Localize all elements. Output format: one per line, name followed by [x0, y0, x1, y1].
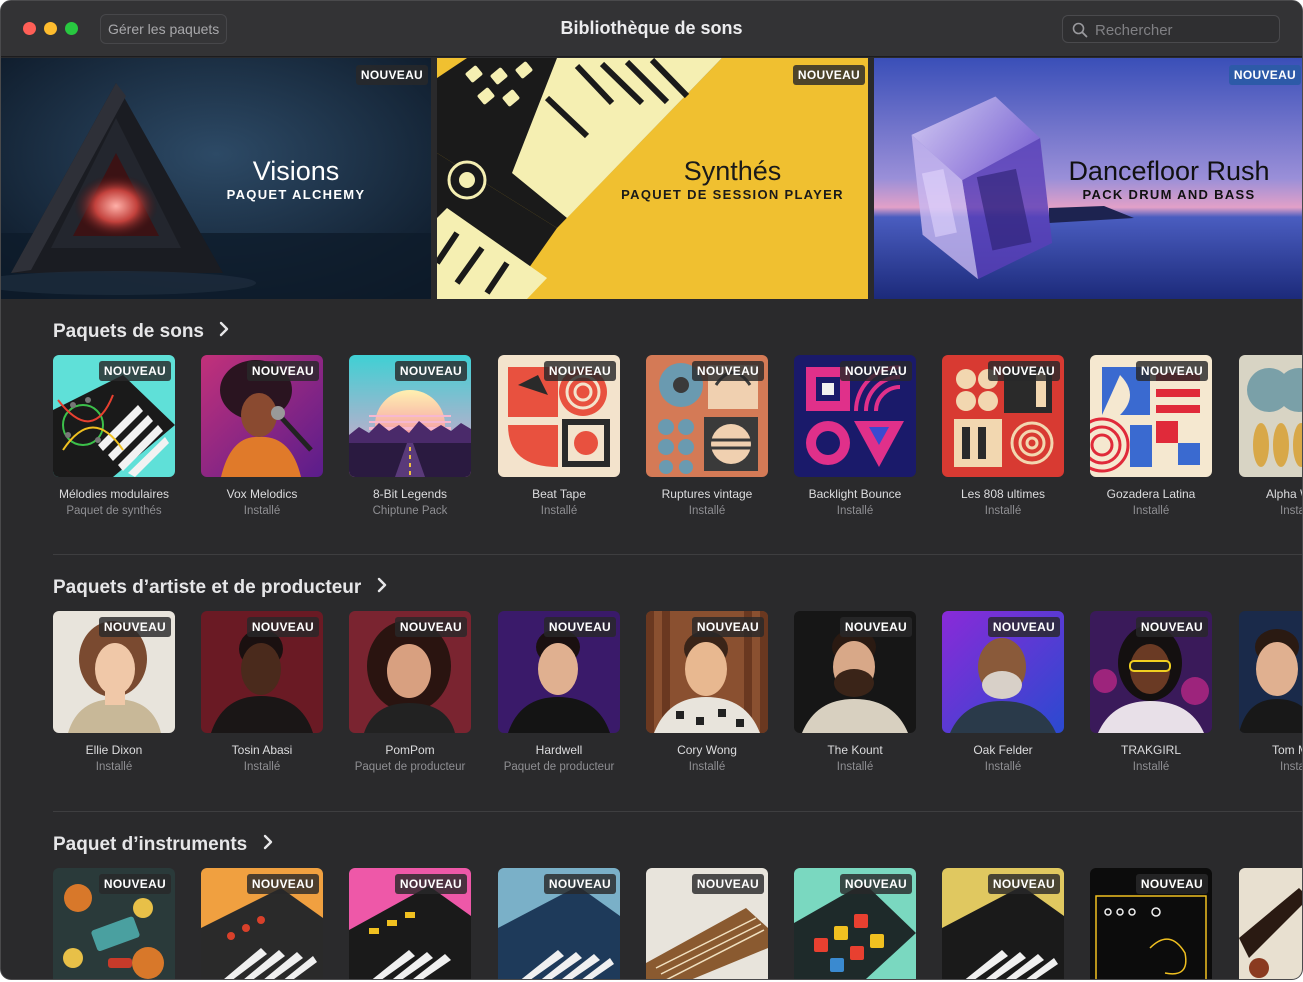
featured-title: Visions: [252, 156, 340, 186]
section-title-label: Paquets de sons: [53, 321, 204, 342]
pack-status: Installé: [688, 505, 726, 517]
featured-subtitle: PACK DRUM AND BASS: [1082, 187, 1256, 202]
artist-status: Installé: [688, 761, 726, 773]
chevron-right-icon: [220, 321, 229, 337]
section-title-instrument-packs[interactable]: Paquet d’instruments: [53, 834, 273, 856]
new-badge: NOUVEAU: [792, 65, 865, 85]
pack-status: Paquet de synthés: [66, 505, 162, 517]
featured-subtitle: PAQUET DE SESSION PLAYER: [621, 187, 844, 202]
new-badge: NOUVEAU: [355, 65, 428, 85]
new-badge: NOUVEAU: [691, 361, 764, 381]
pack-status: Installé: [243, 505, 281, 517]
new-badge: NOUVEAU: [987, 617, 1060, 637]
new-badge: NOUVEAU: [691, 874, 764, 894]
new-badge: NOUVEAU: [394, 617, 467, 637]
artist-status: Installé: [836, 761, 874, 773]
pack-name: Les 808 ultimes: [960, 487, 1046, 501]
featured-title: Dancefloor Rush: [1068, 156, 1270, 186]
artist-status: Installé: [95, 761, 133, 773]
featured-banner-visions[interactable]: NOUVEAU Visions PAQUET ALCHEMY: [1, 58, 431, 299]
section-title-sound-packs[interactable]: Paquets de sons: [53, 321, 229, 343]
pack-artwork: [1239, 355, 1302, 477]
artist-status: Installé: [1132, 761, 1170, 773]
featured-banner-dancefloor-rush[interactable]: NOUVEAU Dancefloor Rush PACK DRUM AND BA…: [874, 58, 1302, 299]
instrument-artwork: [1239, 868, 1302, 979]
pack-name: Backlight Bounce: [808, 487, 902, 501]
new-badge: NOUVEAU: [98, 361, 171, 381]
new-badge: NOUVEAU: [246, 361, 319, 381]
artist-name: Tom M: [1272, 743, 1302, 757]
new-badge: NOUVEAU: [394, 874, 467, 894]
artist-status: Insta: [1280, 761, 1303, 773]
new-badge: NOUVEAU: [394, 361, 467, 381]
artist-name: Ellie Dixon: [85, 743, 143, 757]
new-badge: NOUVEAU: [543, 361, 616, 381]
new-badge: NOUVEAU: [1228, 65, 1301, 85]
pack-status: Installé: [836, 505, 874, 517]
pack-status: Insta: [1280, 505, 1303, 517]
section-title-artist-packs[interactable]: Paquets d’artiste et de producteur: [53, 577, 387, 599]
new-badge: NOUVEAU: [987, 874, 1060, 894]
search-field[interactable]: [1062, 15, 1280, 43]
pack-name: 8-Bit Legends: [372, 487, 448, 501]
pack-status: Installé: [540, 505, 578, 517]
pack-name: Ruptures vintage: [661, 487, 753, 501]
new-badge: NOUVEAU: [98, 874, 171, 894]
featured-title: Synthés: [683, 156, 782, 186]
pack-name: Vox Melodics: [226, 487, 298, 501]
new-badge: NOUVEAU: [691, 617, 764, 637]
new-badge: NOUVEAU: [1135, 617, 1208, 637]
artist-name: Hardwell: [535, 743, 583, 757]
new-badge: NOUVEAU: [1135, 361, 1208, 381]
new-badge: NOUVEAU: [98, 617, 171, 637]
chevron-right-icon: [263, 834, 272, 850]
new-badge: NOUVEAU: [839, 874, 912, 894]
artist-status: Paquet de producteur: [503, 761, 615, 773]
new-badge: NOUVEAU: [543, 874, 616, 894]
section-divider: [53, 554, 1302, 555]
new-badge: NOUVEAU: [246, 874, 319, 894]
section-divider: [53, 811, 1302, 812]
artist-status: Paquet de producteur: [354, 761, 466, 773]
section-title-label: Paquet d’instruments: [53, 834, 248, 855]
new-badge: NOUVEAU: [1135, 874, 1208, 894]
new-badge: NOUVEAU: [246, 617, 319, 637]
search-input[interactable]: [1095, 20, 1273, 40]
sound-library-window: Gérer les paquets Bibliothèque de sons R…: [0, 0, 1303, 980]
search-icon: [1072, 22, 1088, 38]
pack-name: Beat Tape: [532, 487, 586, 501]
section-title-label: Paquets d’artiste et de producteur: [53, 577, 362, 598]
pack-status: Installé: [1132, 505, 1170, 517]
artist-status: Installé: [243, 761, 281, 773]
artist-name: The Kount: [827, 743, 883, 757]
pack-status: Chiptune Pack: [372, 505, 448, 517]
featured-banner-synths[interactable]: NOUVEAU Synthés PAQUET DE SESSION PLAYER: [437, 58, 868, 299]
artist-name: Oak Felder: [973, 743, 1033, 757]
artist-photo: [1239, 611, 1302, 733]
pack-name: Alpha W: [1266, 487, 1302, 501]
artist-status: Installé: [984, 761, 1022, 773]
artist-name: Cory Wong: [677, 743, 737, 757]
artist-name: Tosin Abasi: [231, 743, 293, 757]
new-badge: NOUVEAU: [839, 617, 912, 637]
pack-name: Mélodies modulaires: [58, 487, 170, 501]
pack-name: Gozadera Latina: [1106, 487, 1196, 501]
new-badge: NOUVEAU: [839, 361, 912, 381]
artist-name: TRAKGIRL: [1120, 743, 1181, 757]
new-badge: NOUVEAU: [543, 617, 616, 637]
new-badge: NOUVEAU: [987, 361, 1060, 381]
chevron-right-icon: [377, 577, 386, 593]
artist-name: PomPom: [385, 743, 435, 757]
title-bar: Gérer les paquets Bibliothèque de sons: [1, 1, 1302, 57]
featured-subtitle: PAQUET ALCHEMY: [226, 187, 366, 202]
pack-status: Installé: [984, 505, 1022, 517]
